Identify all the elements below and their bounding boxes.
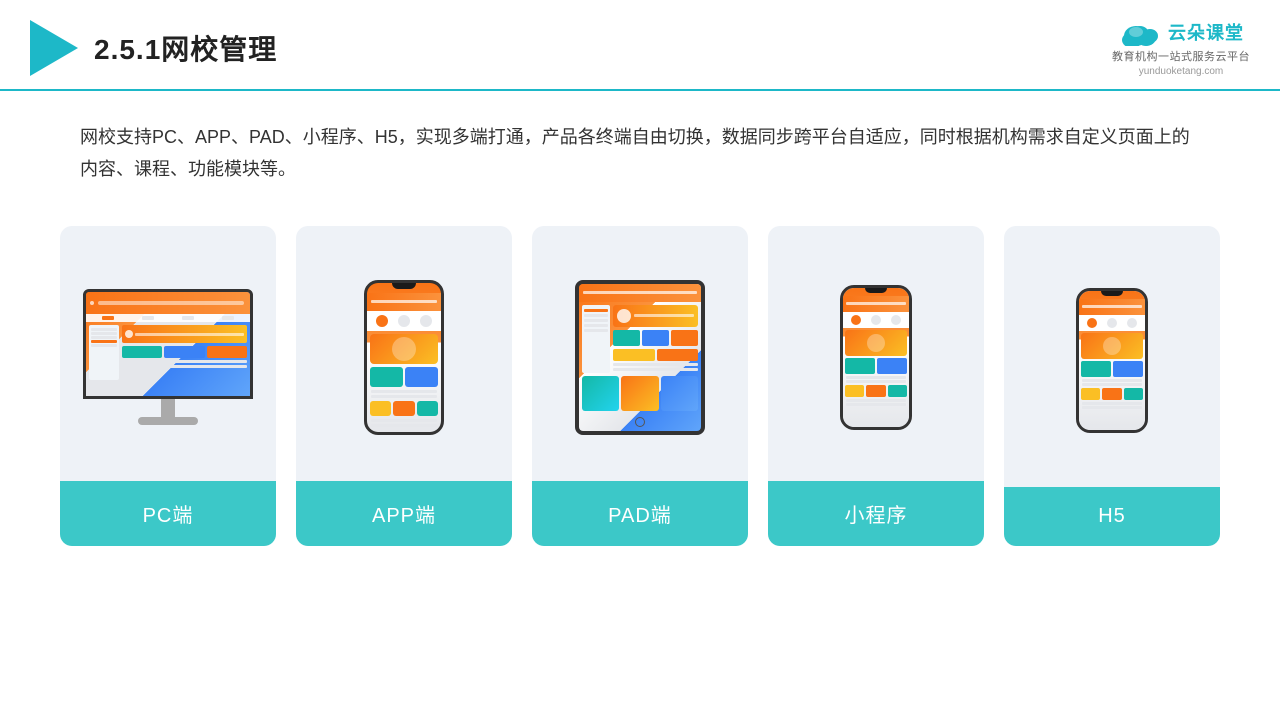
- logo-triangle-icon: [30, 20, 78, 76]
- card-miniapp-image: [768, 226, 984, 481]
- card-miniapp-label: 小程序: [768, 481, 984, 546]
- platform-cards: PC端: [0, 196, 1280, 576]
- page-title: 2.5.1网校管理: [94, 28, 277, 68]
- pad-icon: [575, 280, 705, 435]
- brand-url: yunduoketang.com: [1139, 66, 1224, 77]
- cloud-icon: [1118, 18, 1162, 46]
- brand-name: 云朵课堂: [1168, 19, 1244, 45]
- card-pc-image: [60, 226, 276, 481]
- miniapp-phone-icon: [840, 285, 912, 430]
- header-left: 2.5.1网校管理: [30, 20, 277, 76]
- brand-slogan: 教育机构一站式服务云平台: [1112, 48, 1250, 64]
- pc-monitor-icon: [83, 289, 253, 425]
- brand-logo: 云朵课堂: [1118, 18, 1244, 46]
- card-app: APP端: [296, 226, 512, 546]
- card-pc-label: PC端: [60, 481, 276, 546]
- description-text: 网校支持PC、APP、PAD、小程序、H5，实现多端打通，产品各终端自由切换，数…: [0, 91, 1280, 196]
- card-app-label: APP端: [296, 481, 512, 546]
- card-h5-label: H5: [1004, 487, 1220, 546]
- card-h5: H5: [1004, 226, 1220, 546]
- card-pc: PC端: [60, 226, 276, 546]
- card-pad-image: [532, 226, 748, 481]
- header: 2.5.1网校管理 云朵课堂 教育机构一站式服务云平台 yunduoketang…: [0, 0, 1280, 91]
- card-app-image: [296, 226, 512, 481]
- card-h5-image: [1004, 226, 1220, 487]
- h5-phone-icon: [1076, 288, 1148, 433]
- phone-app-icon: [364, 280, 444, 435]
- card-pad: PAD端: [532, 226, 748, 546]
- card-pad-label: PAD端: [532, 481, 748, 546]
- card-miniapp: 小程序: [768, 226, 984, 546]
- header-right: 云朵课堂 教育机构一站式服务云平台 yunduoketang.com: [1112, 18, 1250, 77]
